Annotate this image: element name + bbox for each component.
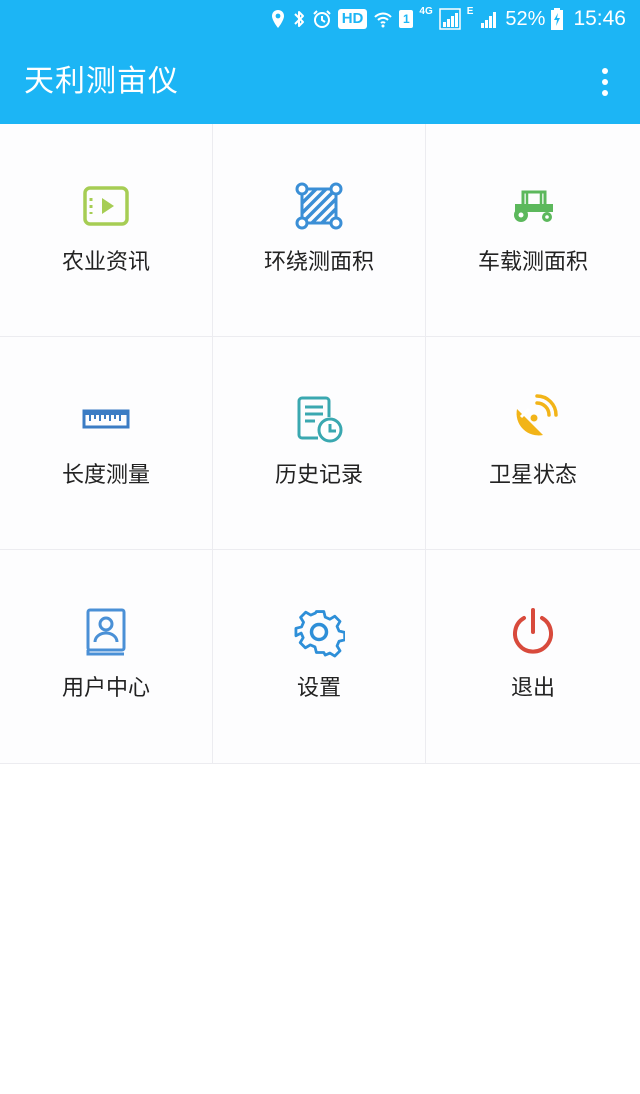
battery-charging-icon	[551, 8, 564, 30]
menu-item-user-center[interactable]: 用户中心	[0, 550, 213, 763]
menu-item-agri-news[interactable]: 农业资讯	[0, 124, 213, 337]
menu-item-label: 设置	[296, 676, 341, 701]
hd-badge: HD	[337, 9, 368, 29]
network-4g-label: 4G	[419, 6, 433, 17]
gear-icon	[293, 606, 345, 658]
wifi-icon	[374, 12, 393, 28]
history-record-icon	[293, 393, 345, 445]
user-profile-icon	[80, 606, 132, 658]
app-bar: 天利测亩仪	[0, 44, 640, 120]
alarm-icon	[313, 10, 331, 28]
video-play-icon	[80, 180, 132, 232]
menu-item-label: 长度测量	[61, 463, 150, 488]
menu-item-label: 环绕测面积	[263, 250, 374, 275]
menu-item-satellite-status[interactable]: 卫星状态	[426, 337, 640, 550]
tractor-icon	[507, 180, 559, 232]
menu-item-length-measure[interactable]: 长度测量	[0, 337, 213, 550]
status-icons: HD 1 4G E 52% 15:46	[270, 4, 626, 34]
screen: HD 1 4G E 52% 15:46 天利测亩仪 农业资讯 环绕测面积 车载测…	[0, 0, 640, 1094]
menu-item-label: 用户中心	[61, 676, 150, 701]
menu-item-label: 卫星状态	[488, 463, 577, 488]
menu-item-settings[interactable]: 设置	[213, 550, 426, 763]
battery-percent: 52%	[505, 7, 546, 30]
ruler-icon	[80, 393, 132, 445]
top-bar: HD 1 4G E 52% 15:46 天利测亩仪	[0, 0, 640, 124]
status-bar: HD 1 4G E 52% 15:46	[0, 0, 640, 38]
more-vertical-icon[interactable]	[590, 66, 620, 98]
location-icon	[271, 10, 284, 28]
signal-strength-icon	[481, 12, 497, 28]
clock: 15:46	[573, 7, 626, 30]
sim-badge: 1	[399, 10, 414, 28]
menu-item-label: 退出	[510, 676, 555, 701]
satellite-dish-icon	[507, 393, 559, 445]
area-polygon-icon	[293, 180, 345, 232]
function-grid: 农业资讯 环绕测面积 车载测面积 长度测量 历史记录 卫星状态 用户中心 设置 …	[0, 124, 640, 764]
signal-strength-icon	[438, 8, 461, 30]
menu-item-label: 历史记录	[274, 463, 363, 488]
menu-item-label: 农业资讯	[61, 250, 150, 275]
menu-item-around-area[interactable]: 环绕测面积	[213, 124, 426, 337]
menu-item-label: 车载测面积	[477, 250, 588, 275]
menu-item-exit[interactable]: 退出	[426, 550, 640, 763]
app-title: 天利测亩仪	[24, 64, 179, 99]
network-e-label: E	[466, 6, 474, 17]
menu-item-vehicle-area[interactable]: 车载测面积	[426, 124, 640, 337]
menu-item-history[interactable]: 历史记录	[213, 337, 426, 550]
bluetooth-icon	[294, 11, 304, 27]
power-icon	[507, 606, 559, 658]
